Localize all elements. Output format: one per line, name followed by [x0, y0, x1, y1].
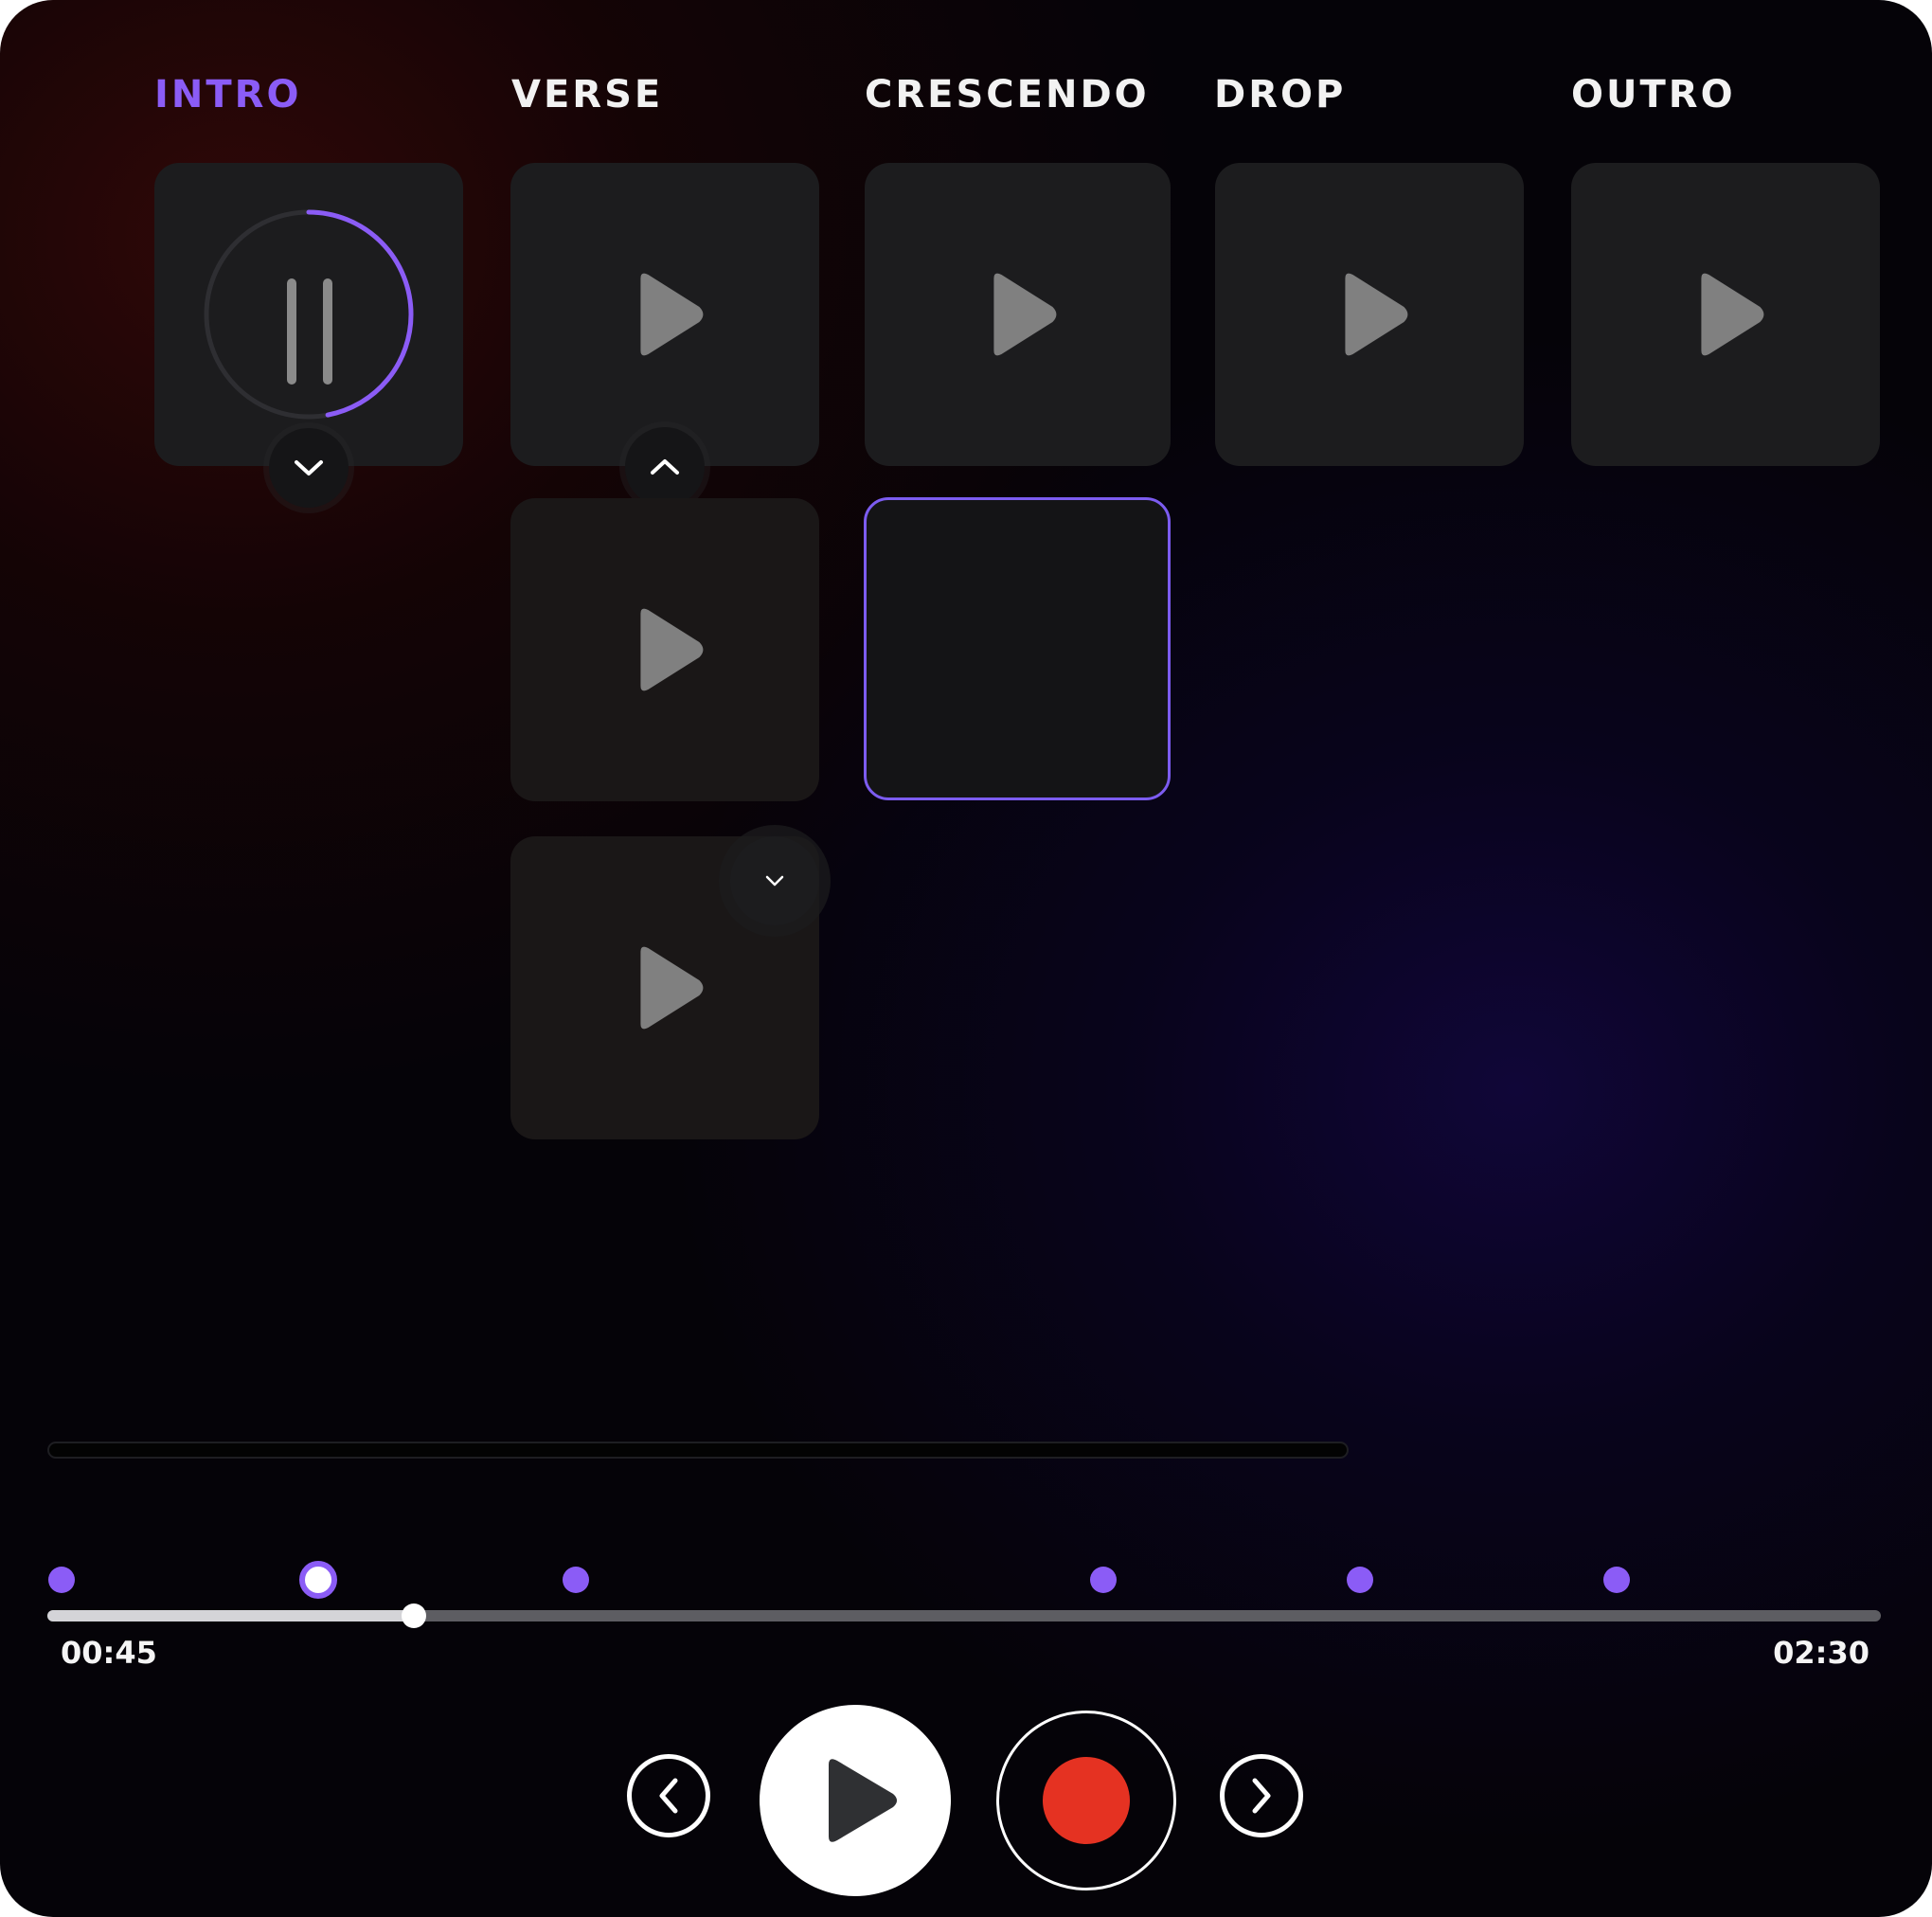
section-label-verse[interactable]: VERSE	[511, 68, 663, 121]
crescendo-clip-tile-1[interactable]	[865, 163, 1171, 466]
section-marker[interactable]	[1347, 1567, 1373, 1593]
drop-clip-tile-1[interactable]	[1215, 163, 1524, 466]
chevron-right-icon	[1252, 1778, 1271, 1814]
record-dot-icon	[1043, 1757, 1130, 1844]
timeline-thumb[interactable]	[402, 1603, 427, 1628]
section-marker[interactable]	[48, 1567, 75, 1593]
section-label-drop[interactable]: DROP	[1214, 68, 1346, 121]
pause-icon	[287, 278, 332, 385]
section-label-outro[interactable]: OUTRO	[1571, 68, 1736, 121]
intro-expand-button[interactable]	[269, 428, 349, 508]
chevron-down-icon	[765, 875, 784, 887]
play-triangle-icon	[640, 946, 704, 1030]
play-triangle-icon	[640, 608, 704, 691]
previous-section-button[interactable]	[627, 1754, 710, 1837]
intro-clip-tile[interactable]	[154, 163, 463, 466]
timeline-scrubber[interactable]	[47, 1603, 1881, 1628]
chevron-left-icon	[659, 1778, 678, 1814]
play-icon	[829, 1759, 897, 1842]
play-triangle-icon	[993, 273, 1056, 356]
verse-clip-tile-2[interactable]	[510, 498, 819, 801]
arrangement-progress-bar[interactable]	[47, 1442, 1349, 1459]
chevron-up-icon	[651, 459, 679, 475]
section-marker-current[interactable]	[299, 1561, 337, 1599]
verse-collapse-button[interactable]	[625, 427, 705, 507]
timeline-progress-fill	[47, 1610, 415, 1621]
chevron-down-icon	[295, 460, 323, 475]
section-marker[interactable]	[563, 1567, 589, 1593]
next-section-button[interactable]	[1220, 1754, 1303, 1837]
total-time: 02:30	[1773, 1635, 1869, 1671]
play-triangle-icon	[1701, 273, 1764, 356]
section-marker[interactable]	[1603, 1567, 1630, 1593]
current-time: 00:45	[61, 1635, 157, 1671]
play-triangle-icon	[640, 273, 704, 356]
outro-clip-tile-1[interactable]	[1571, 163, 1880, 466]
play-button[interactable]	[760, 1705, 951, 1896]
record-button[interactable]	[996, 1711, 1176, 1890]
crescendo-empty-slot[interactable]	[864, 497, 1171, 800]
section-label-crescendo[interactable]: CRESCENDO	[865, 68, 1150, 121]
verse-expand-button[interactable]	[730, 836, 819, 925]
verse-clip-tile-1[interactable]	[510, 163, 819, 466]
section-marker[interactable]	[1090, 1567, 1117, 1593]
section-label-intro[interactable]: INTRO	[154, 68, 301, 121]
music-arranger-app: INTRO VERSE CRESCENDO DROP OUTRO 00:45 0…	[0, 0, 1932, 1917]
play-triangle-icon	[1345, 273, 1408, 356]
